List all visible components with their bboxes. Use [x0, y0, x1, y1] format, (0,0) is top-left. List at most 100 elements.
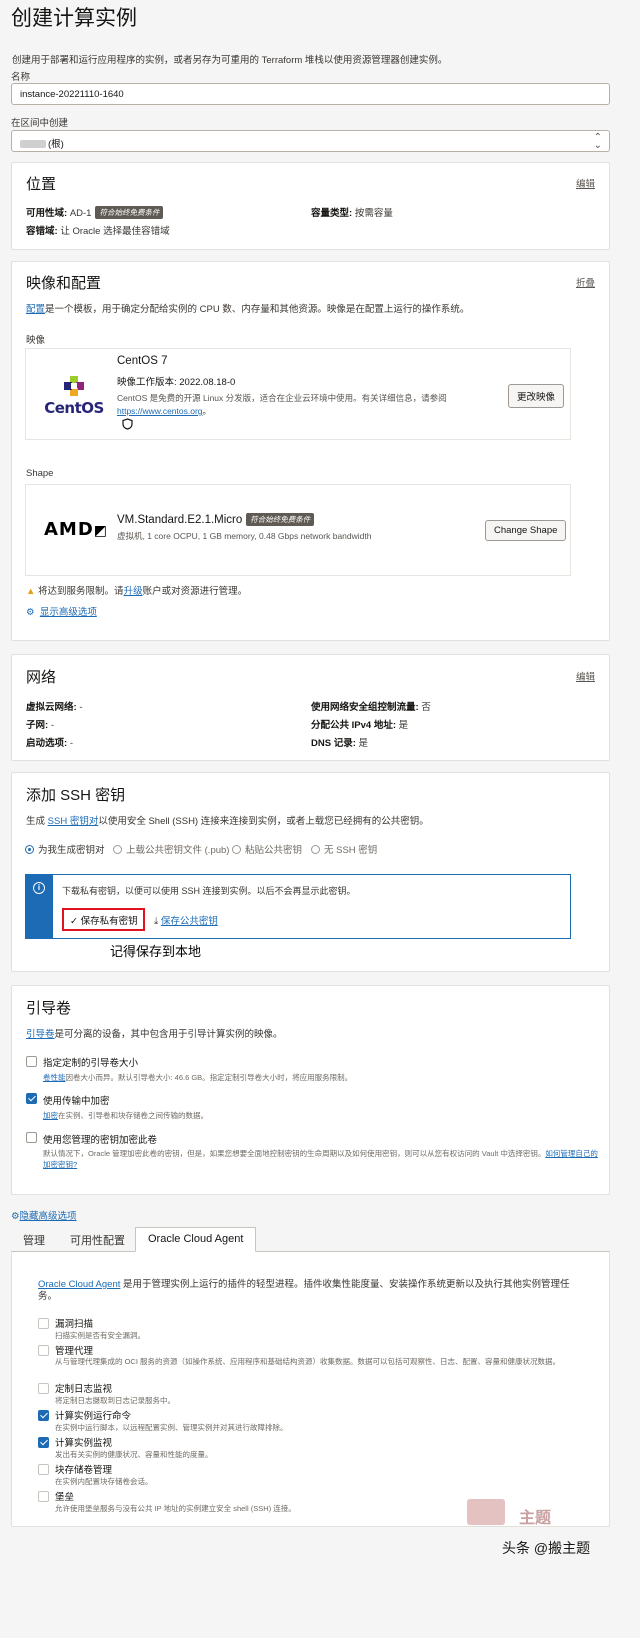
name-label: 名称	[11, 72, 31, 83]
boot-title: 引导卷	[26, 1000, 72, 1017]
shape-name: VM.Standard.E2.1.Micro 符合始终免费条件	[117, 513, 315, 526]
in-transit-encryption-label: 使用传输中加密	[43, 1096, 110, 1107]
plugin-monitoring-checkbox[interactable]	[38, 1437, 49, 1448]
placement-edit-link[interactable]: 编辑	[576, 176, 595, 190]
warning-icon: ▲	[26, 586, 36, 597]
plugin-block-volume-checkbox[interactable]	[38, 1464, 49, 1475]
collapse-link[interactable]: 折叠	[576, 275, 595, 289]
ssh-key-section: 添加 SSH 密钥 生成 SSH 密钥对以使用安全 Shell (SSH) 连接…	[11, 772, 610, 972]
ssh-option-paste[interactable]: 粘贴公共密钥	[232, 842, 302, 856]
plugin-bastion-checkbox[interactable]	[38, 1491, 49, 1502]
boot-volume-section: 引导卷 引导卷是可分离的设备，其中包含用于引导计算实例的映像。 指定定制的引导卷…	[11, 985, 610, 1195]
centos-url-link[interactable]: https://www.centos.org	[117, 406, 203, 416]
custom-boot-size-desc: 卷性能因卷大小而异。默认引导卷大小: 46.6 GB。指定定制引导卷大小时，将应…	[43, 1073, 353, 1082]
dns-record-field: DNS 记录: 是	[311, 738, 369, 749]
watermark-credit: 头条 @搬主题	[502, 1540, 591, 1556]
show-advanced-options[interactable]: ⚙ 显示高级选项	[26, 604, 97, 618]
plugin-run-command-checkbox[interactable]	[38, 1410, 49, 1421]
info-icon: i	[33, 882, 45, 894]
availability-domain: 可用性域: AD-1 符合始终免费条件	[26, 205, 164, 219]
boot-description: 引导卷是可分离的设备，其中包含用于引导计算实例的映像。	[26, 1029, 283, 1040]
ssh-option-upload[interactable]: 上载公共密钥文件 (.pub)	[113, 842, 229, 856]
agent-panel: Oracle Cloud Agent 是用于管理实例上运行的插件的轻型进程。插件…	[11, 1252, 610, 1527]
subnet-field: 子网: -	[26, 720, 54, 731]
name-input[interactable]: instance-20221110-1640	[11, 83, 610, 105]
compartment-label: 在区间中创建	[11, 118, 69, 129]
in-transit-encryption-checkbox[interactable]	[26, 1093, 37, 1104]
shield-icon	[122, 417, 133, 435]
shape-card: AMD◩ VM.Standard.E2.1.Micro 符合始终免费条件 虚拟机,…	[25, 484, 571, 576]
watermark-logo	[467, 1499, 505, 1525]
save-private-key-button[interactable]: ✓ 保存私有密钥	[70, 913, 138, 927]
shape-label: Shape	[26, 468, 54, 479]
plugin-custom-logs-desc: 将定制日志摄取到日志记录服务中。	[55, 1396, 175, 1405]
hide-advanced-options[interactable]: ⚙隐藏高级选项	[11, 1208, 77, 1222]
plugin-bastion-desc: 允许使用堡垒服务与没有公共 IP 地址的实例建立安全 shell (SSH) 连…	[55, 1504, 296, 1513]
tab-oracle-cloud-agent[interactable]: Oracle Cloud Agent	[135, 1227, 257, 1252]
agent-docs-link[interactable]: Oracle Cloud Agent	[38, 1279, 120, 1290]
upgrade-link[interactable]: 升级	[124, 586, 143, 597]
image-description: CentOS 是免费的开源 Linux 分发版，适合在企业云环境中使用。有关详细…	[117, 393, 447, 403]
ssh-description: 生成 SSH 密钥对以使用安全 Shell (SSH) 连接来连接到实例，或者上…	[26, 816, 429, 827]
image-shape-title: 映像和配置	[26, 275, 102, 292]
customer-key-checkbox[interactable]	[26, 1132, 37, 1143]
plugin-vuln-scan-checkbox[interactable]	[38, 1318, 49, 1329]
plugin-run-command-label: 计算实例运行命令	[55, 1411, 132, 1422]
chevron-updown-icon: ⌃ ⌄	[593, 132, 602, 151]
custom-boot-size-checkbox[interactable]	[26, 1056, 37, 1067]
advanced-tabs: 管理 可用性配置 Oracle Cloud Agent	[11, 1227, 610, 1252]
in-transit-encryption-desc: 加密在实例、引导卷和块存储卷之间传输的数据。	[43, 1111, 208, 1120]
image-url-line: https://www.centos.org。	[117, 406, 212, 416]
tab-availability[interactable]: 可用性配置	[70, 1232, 125, 1248]
network-section: 网络 编辑 虚拟云网络: - 子网: - 启动选项: - 使用网络安全组控制流量…	[11, 654, 610, 761]
page-description: 创建用于部署和运行应用程序的实例，或者另存为可重用的 Terraform 堆栈以…	[12, 55, 448, 66]
plugin-mgmt-agent-desc: 从与管理代理集成的 OCI 服务的资源（如操作系统、应用程序和基础结构资源）收集…	[55, 1357, 560, 1366]
always-free-badge: 符合始终免费条件	[95, 206, 164, 219]
service-limit-warning: ▲ 将达到服务限制。请升级账户或对资源进行管理。	[26, 586, 248, 597]
amd-logo: AMD◩	[44, 519, 109, 540]
customer-key-label: 使用您管理的密钥加密此卷	[43, 1135, 158, 1146]
redacted-tenancy	[20, 140, 46, 149]
fault-domain: 容错域: 让 Oracle 选择最佳容错域	[26, 226, 170, 237]
network-title: 网络	[26, 669, 57, 686]
ssh-title: 添加 SSH 密钥	[26, 787, 126, 804]
info-bar: i	[26, 875, 53, 938]
shape-help-link[interactable]: 配置	[26, 304, 45, 315]
plugin-vuln-scan-desc: 扫描实例是否有安全漏洞。	[55, 1331, 145, 1340]
ssh-info-text: 下载私有密钥，以便可以使用 SSH 连接到实例。以后不会再显示此密钥。	[62, 886, 356, 896]
annotation-note: 记得保存到本地	[110, 944, 202, 959]
boot-volume-link[interactable]: 引导卷	[26, 1029, 55, 1040]
placement-section: 位置 编辑 可用性域: AD-1 符合始终免费条件 容量类型: 按需容量 容错域:…	[11, 162, 610, 250]
sliders-icon: ⚙	[11, 1211, 20, 1222]
ssh-keypair-link[interactable]: SSH 密钥对	[48, 816, 99, 827]
customer-key-desc: 默认情况下，Oracle 管理加密此卷的密钥，但是，如果您想要全面地控制密钥的生…	[43, 1149, 598, 1169]
change-shape-button[interactable]: Change Shape	[485, 520, 567, 541]
plugin-custom-logs-label: 定制日志监视	[55, 1384, 113, 1395]
agent-description: Oracle Cloud Agent 是用于管理实例上运行的插件的轻型进程。插件…	[38, 1279, 570, 1302]
page-title: 创建计算实例	[11, 7, 137, 30]
plugin-mgmt-agent-checkbox[interactable]	[38, 1345, 49, 1356]
custom-boot-size-label: 指定定制的引导卷大小	[43, 1058, 139, 1069]
watermark-text: 主题	[519, 1510, 552, 1527]
ssh-option-generate[interactable]: 为我生成密钥对	[25, 842, 105, 856]
vcn-field: 虚拟云网络: -	[26, 702, 83, 713]
image-card: CentOS CentOS 7 映像工作版本: 2022.08.18-0 Cen…	[25, 348, 571, 440]
plugin-run-command-desc: 在实例中运行脚本，以远程配置实例、管理实例并对其进行故障排除。	[55, 1423, 288, 1432]
compartment-select[interactable]: (根) ⌃ ⌄	[11, 130, 610, 152]
save-public-key-button[interactable]: ⤓ 保存公共密钥	[154, 913, 218, 927]
plugin-vuln-scan-label: 漏洞扫描	[55, 1319, 94, 1330]
capacity-type: 容量类型: 按需容量	[311, 208, 393, 219]
plugin-monitoring-desc: 发出有关实例的健康状况、容量和性能的度量。	[55, 1450, 213, 1459]
plugin-block-volume-label: 块存储卷管理	[55, 1465, 113, 1476]
public-ipv4-field: 分配公共 IPv4 地址: 是	[311, 720, 409, 731]
plugin-block-volume-desc: 在实例内配置块存储卷会话。	[55, 1477, 153, 1486]
check-icon: ✓	[70, 916, 78, 927]
image-shape-section: 映像和配置 折叠 配置是一个模板，用于确定分配给实例的 CPU 数、内存量和其他…	[11, 261, 610, 641]
plugin-custom-logs-checkbox[interactable]	[38, 1383, 49, 1394]
network-edit-link[interactable]: 编辑	[576, 669, 595, 683]
tab-management[interactable]: 管理	[23, 1232, 45, 1248]
ssh-info-panel: i 下载私有密钥，以便可以使用 SSH 连接到实例。以后不会再显示此密钥。 ✓ …	[25, 874, 571, 939]
ssh-option-none[interactable]: 无 SSH 密钥	[311, 842, 377, 856]
change-image-button[interactable]: 更改映像	[508, 384, 565, 408]
plugin-mgmt-agent-label: 管理代理	[55, 1346, 94, 1357]
